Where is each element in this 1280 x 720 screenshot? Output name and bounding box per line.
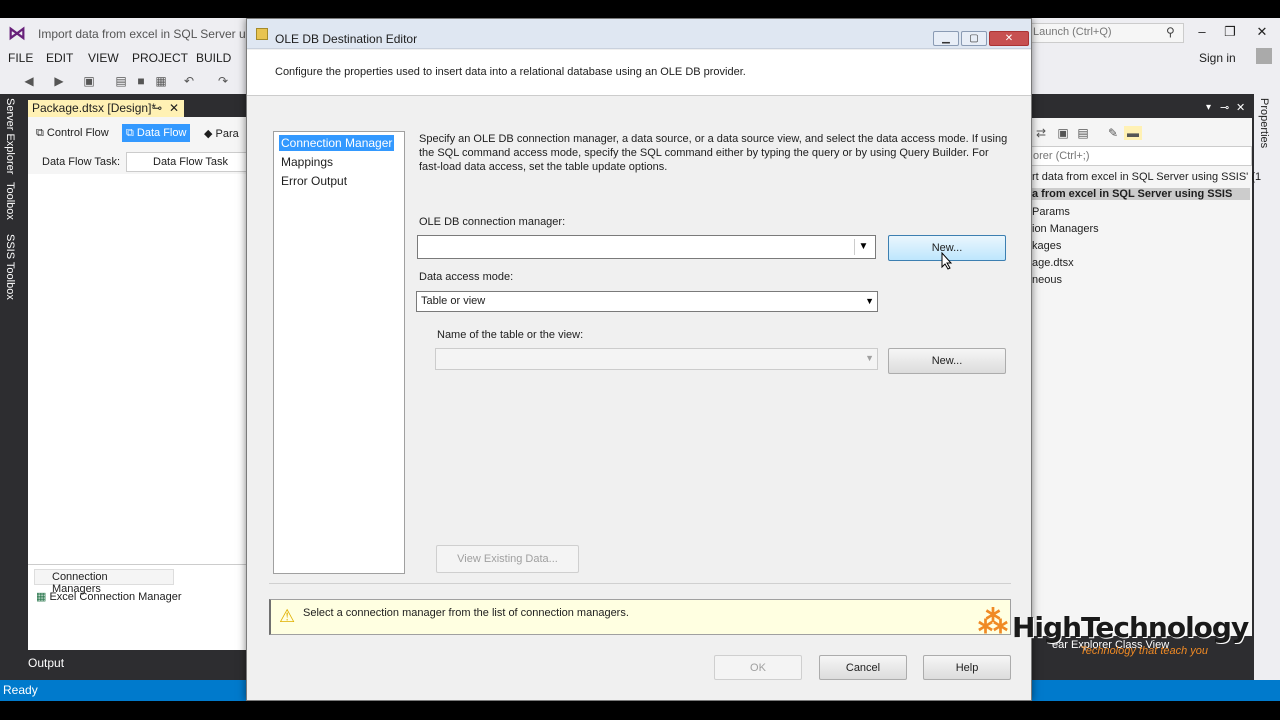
toolbox-tab[interactable]: Toolbox [4, 182, 16, 220]
tree-item[interactable]: neous [1032, 274, 1062, 286]
open-icon[interactable]: ▤ [114, 74, 128, 88]
properties-icon[interactable]: ✎ [1106, 126, 1120, 140]
connection-manager-description: Specify an OLE DB connection manager, a … [419, 133, 1008, 173]
nav-mappings[interactable]: Mappings [279, 154, 335, 170]
warning-icon: ⚠ [279, 606, 296, 626]
watermark-title: HighTechnology [1012, 611, 1249, 644]
chevron-down-icon[interactable]: ▼ [865, 296, 874, 306]
collapse-icon[interactable]: ▣ [1056, 126, 1070, 140]
separator [269, 583, 1011, 584]
excel-icon: ▦ [36, 591, 47, 603]
ssis-toolbox-tab[interactable]: SSIS Toolbox [4, 234, 16, 300]
menu-file[interactable]: FILE [8, 51, 33, 65]
account-icon[interactable] [1256, 48, 1272, 64]
ole-db-destination-editor-dialog: OLE DB Destination Editor ▁ ▢ ✕ Configur… [246, 18, 1032, 701]
dialog-header: Configure the properties used to insert … [247, 50, 1031, 96]
back-icon[interactable]: ◀ [22, 74, 36, 88]
cancel-button[interactable]: Cancel [819, 655, 907, 680]
undo-icon[interactable]: ↶ [182, 74, 196, 88]
message-bar: ⚠ Select a connection manager from the l… [269, 599, 1011, 635]
menu-project[interactable]: PROJECT [132, 51, 188, 65]
chevron-down-icon[interactable]: ▼ [854, 239, 872, 255]
close-icon[interactable]: ✕ [1252, 24, 1272, 40]
tree-item[interactable]: Params [1032, 206, 1070, 218]
data-access-mode-select[interactable]: Table or view ▼ [416, 291, 878, 312]
excel-connection-manager-item[interactable]: ▦ Excel Connection Manager [36, 590, 182, 603]
new-project-icon[interactable]: ▣ [82, 74, 96, 88]
save-all-icon[interactable]: ▦ [154, 74, 168, 88]
output-tab[interactable]: Output [28, 656, 88, 676]
menu-edit[interactable]: EDIT [46, 51, 73, 65]
dialog-titlebar: OLE DB Destination Editor ▁ ▢ ✕ [247, 19, 1031, 49]
tree-item[interactable]: ion Managers [1032, 223, 1099, 235]
tree-item[interactable]: kages [1032, 240, 1061, 252]
menu-build[interactable]: BUILD [196, 51, 231, 65]
restore-icon[interactable]: ❐ [1220, 24, 1240, 40]
search-icon[interactable]: ⚲ [1166, 25, 1175, 39]
pin-icon[interactable]: ⊸ [1220, 101, 1229, 114]
redo-icon[interactable]: ↷ [216, 74, 230, 88]
designer-tabs: ⧉ Control Flow ⧉ Data Flow ◆ Para [28, 122, 248, 144]
connection-manager-label: OLE DB connection manager: [419, 216, 566, 228]
new-table-button[interactable]: New... [888, 348, 1006, 374]
visual-studio-logo-icon: ⋈ [8, 23, 26, 43]
tree-item[interactable]: age.dtsx [1032, 257, 1074, 269]
data-flow-task-label: Data Flow Task: [42, 156, 121, 168]
tab-data-flow[interactable]: ⧉ Data Flow [122, 124, 191, 142]
data-flow-task-select[interactable]: Data Flow Task [126, 152, 248, 172]
table-name-select[interactable]: ▼ [435, 348, 878, 370]
nav-connection-manager[interactable]: Connection Manager [279, 135, 395, 151]
watermark-logo-icon: ⁂ [978, 606, 1008, 639]
window-title: Import data from excel in SQL Server usi… [38, 27, 248, 41]
watermark-subtitle: Technology that teach you [1080, 645, 1209, 657]
table-name-label: Name of the table or the view: [437, 329, 584, 341]
data-access-mode-label: Data access mode: [419, 271, 514, 283]
preview-icon[interactable]: ▬ [1124, 126, 1142, 140]
server-explorer-tab[interactable]: Server Explorer [4, 98, 16, 174]
connection-manager-combo[interactable]: ▼ [417, 235, 876, 259]
view-existing-data-button[interactable]: View Existing Data... [436, 545, 579, 573]
help-button[interactable]: Help [923, 655, 1011, 680]
properties-tab[interactable]: Properties [1258, 98, 1270, 148]
forward-icon[interactable]: ▶ [52, 74, 66, 88]
page-nav-list: Connection Manager Mappings Error Output [273, 131, 405, 574]
close-icon[interactable]: ✕ [1236, 101, 1245, 114]
solution-search-input[interactable]: orer (Ctrl+;) [1030, 146, 1252, 166]
mouse-cursor-icon [941, 252, 953, 270]
dialog-title: OLE DB Destination Editor [275, 32, 418, 46]
chevron-down-icon[interactable]: ▼ [865, 353, 874, 363]
document-tab-label: Package.dtsx [Design]* [32, 101, 157, 115]
show-all-icon[interactable]: ▤ [1076, 126, 1090, 140]
quick-launch-input[interactable]: Launch (Ctrl+Q) [1028, 23, 1184, 43]
dialog-icon [256, 28, 268, 40]
sync-icon[interactable]: ⇄ [1034, 126, 1048, 140]
close-tab-icon[interactable]: ✕ [169, 101, 179, 115]
menu-view[interactable]: VIEW [88, 51, 119, 65]
design-canvas[interactable] [28, 174, 248, 564]
dropdown-icon[interactable]: ▾ [1206, 102, 1211, 113]
minimize-icon[interactable]: ▁ [933, 31, 959, 46]
save-icon[interactable]: ■ [134, 74, 148, 88]
minimize-icon[interactable]: – [1192, 24, 1212, 40]
tab-control-flow[interactable]: ⧉ Control Flow [32, 124, 113, 142]
solution-explorer-header: ▾ ⊸ ✕ [1030, 100, 1252, 118]
pin-icon[interactable]: ⊸ [152, 101, 162, 115]
close-icon[interactable]: ✕ [989, 31, 1029, 46]
maximize-icon[interactable]: ▢ [961, 31, 987, 46]
message-text: Select a connection manager from the lis… [303, 607, 629, 619]
sign-in-link[interactable]: Sign in [1199, 51, 1236, 65]
tab-parameters[interactable]: ◆ Para [200, 124, 243, 142]
ok-button[interactable]: OK [714, 655, 802, 680]
document-tab[interactable]: Package.dtsx [Design]* ⊸ ✕ [28, 100, 184, 117]
connection-managers-tab[interactable]: Connection Managers [34, 569, 174, 595]
nav-error-output[interactable]: Error Output [279, 173, 349, 189]
status-text: Ready [3, 683, 38, 697]
solution-explorer-toolbar: ⇄ ▣ ▤ ✎ ▬ [1030, 120, 1252, 146]
dialog-description: Configure the properties used to insert … [275, 66, 746, 78]
project-row[interactable]: a from excel in SQL Server using SSIS [1032, 188, 1250, 200]
left-tool-rail: Server Explorer Toolbox SSIS Toolbox [0, 94, 24, 684]
solution-row[interactable]: rt data from excel in SQL Server using S… [1032, 171, 1261, 183]
